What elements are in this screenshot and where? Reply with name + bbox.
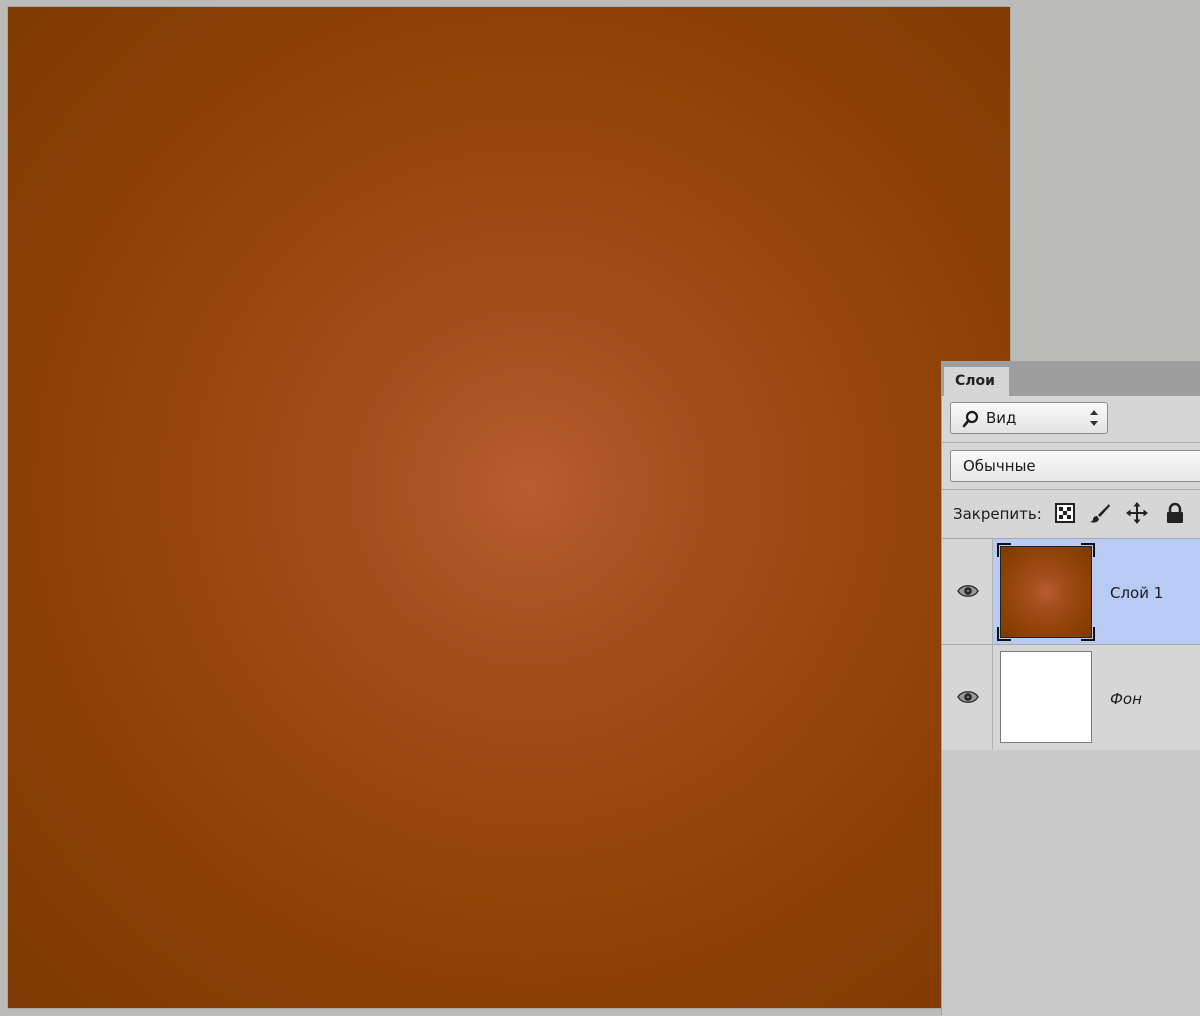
eye-icon[interactable]: [957, 583, 979, 599]
layer-name[interactable]: Слой 1: [1110, 584, 1163, 602]
lock-all-icon[interactable]: [1164, 502, 1186, 524]
lock-label: Закрепить:: [953, 505, 1042, 523]
lock-row: Закрепить:: [942, 490, 1200, 538]
tab-layers[interactable]: Слои: [944, 367, 1009, 396]
selection-corner: [997, 543, 1011, 557]
search-icon: [962, 410, 979, 428]
layer-thumbnail[interactable]: [997, 543, 1095, 641]
layers-panel: Слои Вид Обычные Закрепить: Слой 1 Фон: [941, 361, 1200, 1016]
layer-row-background[interactable]: Фон: [942, 645, 1200, 751]
lock-brush-icon[interactable]: [1089, 502, 1111, 524]
layer-thumbnail[interactable]: [1000, 651, 1092, 743]
panel-tab-bar: Слои: [942, 362, 1200, 396]
selection-corner: [1081, 627, 1095, 641]
layer-row-layer-1[interactable]: Слой 1: [942, 539, 1200, 645]
layer-name[interactable]: Фон: [1110, 690, 1142, 708]
layers-empty-area: [942, 750, 1200, 1016]
visibility-toggle[interactable]: [942, 539, 993, 644]
selection-corner: [1081, 543, 1095, 557]
visibility-toggle[interactable]: [942, 645, 993, 750]
eye-icon[interactable]: [957, 689, 979, 705]
blend-mode-label: Обычные: [963, 457, 1036, 475]
chevron-updown-icon: [1089, 407, 1099, 431]
document-canvas[interactable]: [8, 7, 1010, 1008]
lock-move-icon[interactable]: [1126, 502, 1148, 524]
lock-transparency-icon[interactable]: [1054, 502, 1076, 524]
divider: [942, 442, 1200, 443]
layer-filter-label: Вид: [986, 409, 1017, 427]
layer-filter-select[interactable]: Вид: [950, 402, 1108, 434]
selection-corner: [997, 627, 1011, 641]
blend-mode-select[interactable]: Обычные: [950, 450, 1200, 482]
